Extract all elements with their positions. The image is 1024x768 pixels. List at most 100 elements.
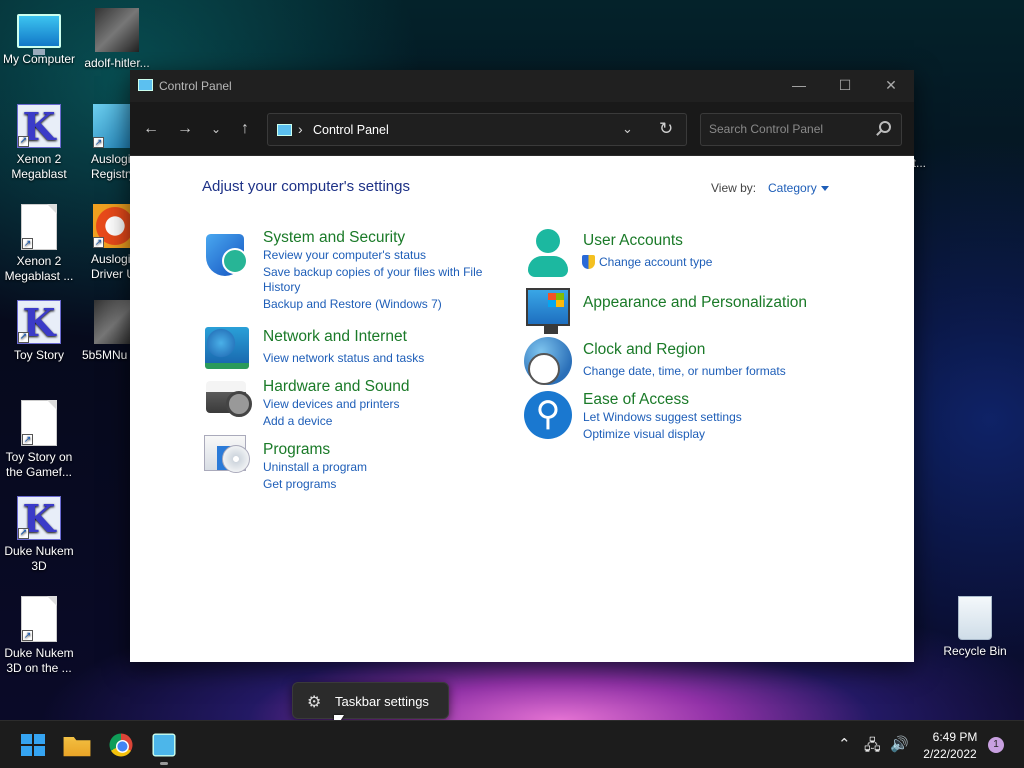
link-devices-printers[interactable]: View devices and printers bbox=[263, 397, 400, 412]
user-icon[interactable] bbox=[524, 229, 572, 277]
network-tray-icon[interactable]: 🖧 bbox=[864, 735, 881, 760]
category-network-and-internet[interactable]: Network and Internet bbox=[263, 328, 407, 346]
show-hidden-icons-chevron-icon[interactable]: ⌃ bbox=[838, 735, 851, 753]
desktop-icon-xenon2-doc[interactable]: ↗ Xenon 2 Megablast ... bbox=[0, 204, 78, 284]
programs-icon[interactable] bbox=[204, 435, 250, 473]
start-logo-pane bbox=[34, 746, 45, 756]
document-icon: ↗ bbox=[21, 400, 57, 446]
shortcut-arrow-icon: ↗ bbox=[18, 332, 29, 343]
link-date-time-formats[interactable]: Change date, time, or number formats bbox=[583, 364, 786, 379]
search-input[interactable] bbox=[709, 122, 869, 136]
minimize-button[interactable]: — bbox=[776, 70, 822, 102]
category-ease-of-access[interactable]: Ease of Access bbox=[583, 391, 689, 409]
control-panel-taskbar-icon[interactable] bbox=[152, 733, 176, 757]
breadcrumb-control-panel[interactable]: Control Panel bbox=[313, 123, 389, 137]
view-by-label: View by: bbox=[711, 181, 757, 195]
taskbar-context-menu: ⚙ Taskbar settings bbox=[292, 682, 449, 719]
taskbar-time[interactable]: 6:49 PM bbox=[920, 730, 990, 744]
volume-icon[interactable]: 🔊 bbox=[890, 735, 909, 753]
desktop-icon-label: Xenon 2 Megablast ... bbox=[4, 254, 74, 283]
clock-icon[interactable] bbox=[524, 337, 572, 385]
address-bar[interactable]: › Control Panel ⌄ ↻ bbox=[267, 113, 687, 146]
address-toolbar: ← → ⌄ ↑ › Control Panel ⌄ ↻ bbox=[130, 102, 914, 156]
forward-arrow-icon[interactable]: → bbox=[172, 116, 198, 142]
desktop-icon-label: adolf-hitler... bbox=[84, 56, 150, 70]
taskbar-date[interactable]: 2/22/2022 bbox=[912, 747, 988, 761]
file-explorer-taskbar-icon[interactable] bbox=[63, 737, 91, 757]
recent-locations-chevron-icon[interactable]: ⌄ bbox=[203, 116, 229, 142]
shortcut-arrow-icon: ↗ bbox=[93, 237, 104, 248]
address-dropdown-chevron-icon[interactable]: ⌄ bbox=[622, 121, 633, 137]
desktop-icon-label: Xenon 2 Megablast bbox=[11, 152, 67, 181]
start-logo-pane bbox=[21, 734, 32, 744]
computer-icon bbox=[17, 14, 61, 55]
up-arrow-icon[interactable]: ↑ bbox=[232, 116, 258, 142]
start-logo-pane bbox=[34, 734, 45, 744]
control-panel-icon bbox=[277, 124, 292, 136]
printer-icon[interactable] bbox=[206, 381, 252, 417]
shortcut-arrow-icon: ↗ bbox=[22, 434, 33, 445]
category-hardware-and-sound[interactable]: Hardware and Sound bbox=[263, 378, 410, 396]
k-app-icon: K ↗ bbox=[17, 300, 61, 345]
menu-item-taskbar-settings[interactable]: Taskbar settings bbox=[335, 694, 429, 709]
k-app-icon: K ↗ bbox=[17, 496, 61, 541]
desktop-icon-photo[interactable]: adolf-hitler... bbox=[78, 8, 156, 71]
view-by-dropdown[interactable]: Category bbox=[768, 181, 817, 195]
recycle-bin-icon bbox=[958, 596, 992, 640]
shield-icon[interactable] bbox=[206, 234, 248, 276]
shortcut-arrow-icon: ↗ bbox=[22, 238, 33, 249]
back-arrow-icon[interactable]: ← bbox=[138, 116, 164, 142]
link-get-programs[interactable]: Get programs bbox=[263, 477, 336, 492]
desktop-icon-toy-story[interactable]: K ↗ Toy Story bbox=[0, 300, 78, 363]
breadcrumb-separator-icon[interactable]: › bbox=[298, 121, 303, 137]
desktop-icon-label: Recycle Bin bbox=[943, 644, 1007, 658]
link-suggest-settings[interactable]: Let Windows suggest settings bbox=[583, 410, 742, 425]
windows-logo-icon bbox=[548, 293, 564, 307]
view-by-dropdown-arrow-icon[interactable] bbox=[821, 186, 829, 191]
desktop-icon-duke-nukem-doc[interactable]: ↗ Duke Nukem 3D on the ... bbox=[0, 596, 78, 676]
category-clock-and-region[interactable]: Clock and Region bbox=[583, 341, 705, 359]
link-change-account-type[interactable]: Change account type bbox=[599, 255, 712, 270]
uac-shield-icon bbox=[582, 255, 595, 269]
appearance-icon[interactable] bbox=[526, 288, 570, 334]
link-review-status[interactable]: Review your computer's status bbox=[263, 248, 426, 263]
start-button[interactable] bbox=[16, 729, 48, 761]
start-logo-pane bbox=[21, 746, 32, 756]
search-icon[interactable] bbox=[879, 121, 891, 133]
desktop-icon-xenon2[interactable]: K ↗ Xenon 2 Megablast bbox=[0, 104, 78, 182]
network-icon[interactable] bbox=[205, 327, 249, 369]
link-network-status[interactable]: View network status and tasks bbox=[263, 351, 424, 366]
close-button[interactable]: ✕ bbox=[868, 70, 914, 102]
refresh-icon[interactable]: ↻ bbox=[659, 119, 673, 139]
desktop-icon-recycle-bin[interactable]: Recycle Bin bbox=[936, 596, 1014, 659]
desktop-icon-my-computer[interactable]: My Computer bbox=[0, 8, 78, 67]
page-title: Adjust your computer's settings bbox=[202, 178, 410, 195]
desktop-icon-toy-story-doc[interactable]: ↗ Toy Story on the Gamef... bbox=[0, 400, 78, 480]
shortcut-arrow-icon: ↗ bbox=[22, 630, 33, 641]
link-backup-restore[interactable]: Backup and Restore (Windows 7) bbox=[263, 297, 442, 312]
category-system-and-security[interactable]: System and Security bbox=[263, 229, 405, 247]
shortcut-arrow-icon: ↗ bbox=[93, 137, 104, 148]
category-programs[interactable]: Programs bbox=[263, 441, 330, 459]
search-box[interactable] bbox=[700, 113, 902, 146]
link-add-device[interactable]: Add a device bbox=[263, 414, 332, 429]
maximize-button[interactable]: ☐ bbox=[822, 70, 868, 102]
gear-icon: ⚙ bbox=[307, 694, 322, 711]
category-appearance-and-personalization[interactable]: Appearance and Personalization bbox=[583, 294, 807, 312]
title-bar[interactable]: Control Panel — ☐ ✕ bbox=[130, 70, 914, 102]
link-optimize-display[interactable]: Optimize visual display bbox=[583, 427, 705, 442]
k-app-icon: K ↗ bbox=[17, 104, 61, 149]
link-file-history[interactable]: Save backup copies of your files with Fi… bbox=[263, 265, 488, 295]
active-app-indicator bbox=[160, 762, 168, 765]
accessibility-icon[interactable]: ⚲ bbox=[524, 391, 572, 439]
notification-badge[interactable]: 1 bbox=[988, 737, 1004, 753]
photo-icon bbox=[95, 8, 139, 52]
category-user-accounts[interactable]: User Accounts bbox=[583, 232, 683, 250]
chrome-taskbar-icon[interactable] bbox=[109, 733, 133, 757]
desktop-icon-label: Toy Story bbox=[13, 348, 64, 362]
link-uninstall-program[interactable]: Uninstall a program bbox=[263, 460, 367, 475]
desktop-icon-duke-nukem[interactable]: K ↗ Duke Nukem 3D bbox=[0, 496, 78, 574]
document-icon: ↗ bbox=[21, 204, 57, 250]
control-panel-window: Control Panel — ☐ ✕ ← → ⌄ ↑ › Control Pa… bbox=[130, 70, 914, 662]
control-panel-icon bbox=[138, 79, 153, 91]
